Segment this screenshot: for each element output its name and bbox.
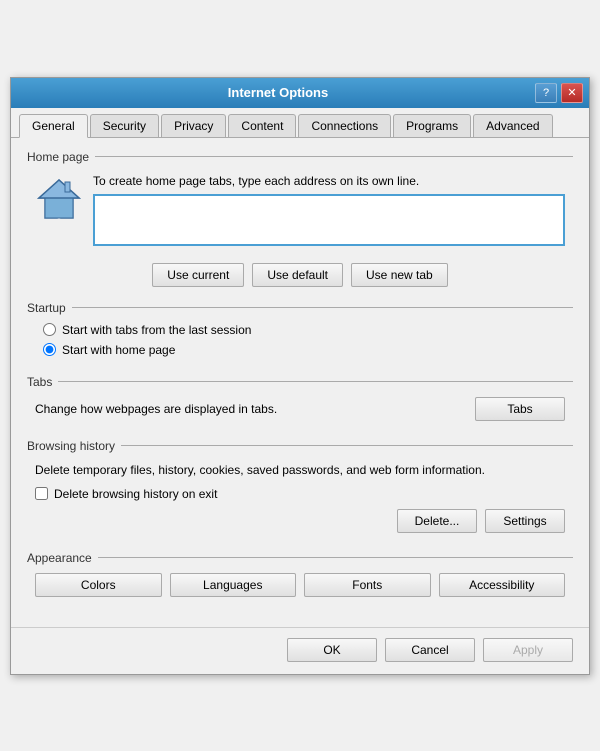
delete-on-exit-row: Delete browsing history on exit: [27, 483, 573, 505]
browsing-history-description: Delete temporary files, history, cookies…: [27, 457, 573, 483]
use-default-button[interactable]: Use default: [252, 263, 343, 287]
use-current-button[interactable]: Use current: [152, 263, 244, 287]
home-page-description: To create home page tabs, type each addr…: [93, 174, 565, 188]
home-page-buttons: Use current Use default Use new tab: [27, 263, 573, 287]
title-bar: Internet Options ? ✕: [11, 78, 589, 108]
tab-privacy[interactable]: Privacy: [161, 114, 226, 137]
tab-general[interactable]: General: [19, 114, 88, 138]
languages-button[interactable]: Languages: [170, 573, 297, 597]
bottom-bar: OK Cancel Apply: [11, 627, 589, 674]
startup-option2[interactable]: Start with home page: [43, 343, 557, 357]
tab-advanced[interactable]: Advanced: [473, 114, 552, 137]
settings-button[interactable]: Settings: [485, 509, 565, 533]
startup-radio-group: Start with tabs from the last session St…: [27, 319, 573, 361]
use-new-tab-button[interactable]: Use new tab: [351, 263, 448, 287]
tabs-section: Tabs Change how webpages are displayed i…: [27, 375, 573, 425]
home-page-section: Home page To create home page tabs, type…: [27, 150, 573, 287]
tab-connections[interactable]: Connections: [298, 114, 391, 137]
tabs-description: Change how webpages are displayed in tab…: [35, 402, 465, 416]
title-bar-controls: ? ✕: [535, 83, 583, 103]
colors-button[interactable]: Colors: [35, 573, 162, 597]
accessibility-button[interactable]: Accessibility: [439, 573, 566, 597]
close-button[interactable]: ✕: [561, 83, 583, 103]
startup-radio1[interactable]: [43, 323, 56, 336]
tab-bar: General Security Privacy Content Connect…: [11, 108, 589, 138]
startup-section: Startup Start with tabs from the last se…: [27, 301, 573, 361]
tabs-button[interactable]: Tabs: [475, 397, 565, 421]
startup-option1[interactable]: Start with tabs from the last session: [43, 323, 557, 337]
startup-option1-label: Start with tabs from the last session: [62, 323, 251, 337]
fonts-button[interactable]: Fonts: [304, 573, 431, 597]
browsing-history-section: Browsing history Delete temporary files,…: [27, 439, 573, 537]
main-content: Home page To create home page tabs, type…: [11, 138, 589, 627]
window-title: Internet Options: [21, 85, 535, 100]
startup-radio2[interactable]: [43, 343, 56, 356]
appearance-section: Appearance Colors Languages Fonts Access…: [27, 551, 573, 601]
startup-option2-label: Start with home page: [62, 343, 175, 357]
tabs-section-inner: Change how webpages are displayed in tab…: [27, 393, 573, 425]
tab-security[interactable]: Security: [90, 114, 159, 137]
apply-button[interactable]: Apply: [483, 638, 573, 662]
delete-on-exit-checkbox[interactable]: [35, 487, 48, 500]
house-icon: [35, 174, 83, 222]
tab-content[interactable]: Content: [228, 114, 296, 137]
home-page-url-input[interactable]: [93, 194, 565, 246]
home-page-right: To create home page tabs, type each addr…: [93, 174, 565, 249]
tab-programs[interactable]: Programs: [393, 114, 471, 137]
startup-section-label: Startup: [27, 301, 573, 315]
home-page-inner: To create home page tabs, type each addr…: [27, 168, 573, 255]
appearance-section-label: Appearance: [27, 551, 573, 565]
browsing-history-buttons: Delete... Settings: [27, 505, 573, 537]
cancel-button[interactable]: Cancel: [385, 638, 475, 662]
help-button[interactable]: ?: [535, 83, 557, 103]
browsing-history-section-label: Browsing history: [27, 439, 573, 453]
internet-options-window: Internet Options ? ✕ General Security Pr…: [10, 77, 590, 675]
delete-on-exit-label: Delete browsing history on exit: [54, 487, 217, 501]
tabs-section-label: Tabs: [27, 375, 573, 389]
appearance-buttons: Colors Languages Fonts Accessibility: [27, 569, 573, 601]
ok-button[interactable]: OK: [287, 638, 377, 662]
delete-button[interactable]: Delete...: [397, 509, 477, 533]
home-page-section-label: Home page: [27, 150, 573, 164]
